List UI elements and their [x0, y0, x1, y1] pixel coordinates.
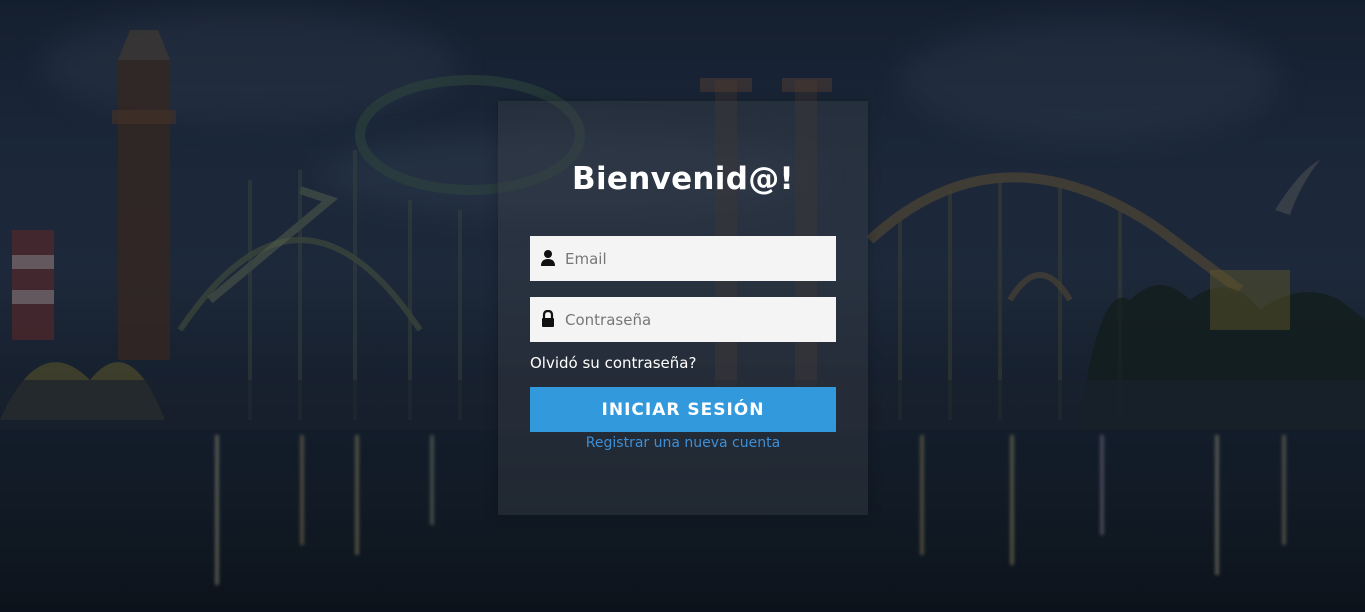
login-button[interactable]: INICIAR SESIÓN: [530, 387, 836, 432]
login-panel: Bienvenid@! Olvidó su contraseña? INICIA…: [498, 101, 868, 515]
user-icon: [541, 250, 555, 266]
welcome-title: Bienvenid@!: [572, 161, 794, 197]
password-input[interactable]: [565, 297, 825, 342]
lock-icon: [542, 310, 554, 327]
password-field-wrapper: [530, 297, 836, 342]
email-field-wrapper: [530, 236, 836, 281]
email-input[interactable]: [565, 236, 825, 281]
forgot-password-link[interactable]: Olvidó su contraseña?: [530, 354, 696, 372]
register-link[interactable]: Registrar una nueva cuenta: [498, 435, 868, 451]
